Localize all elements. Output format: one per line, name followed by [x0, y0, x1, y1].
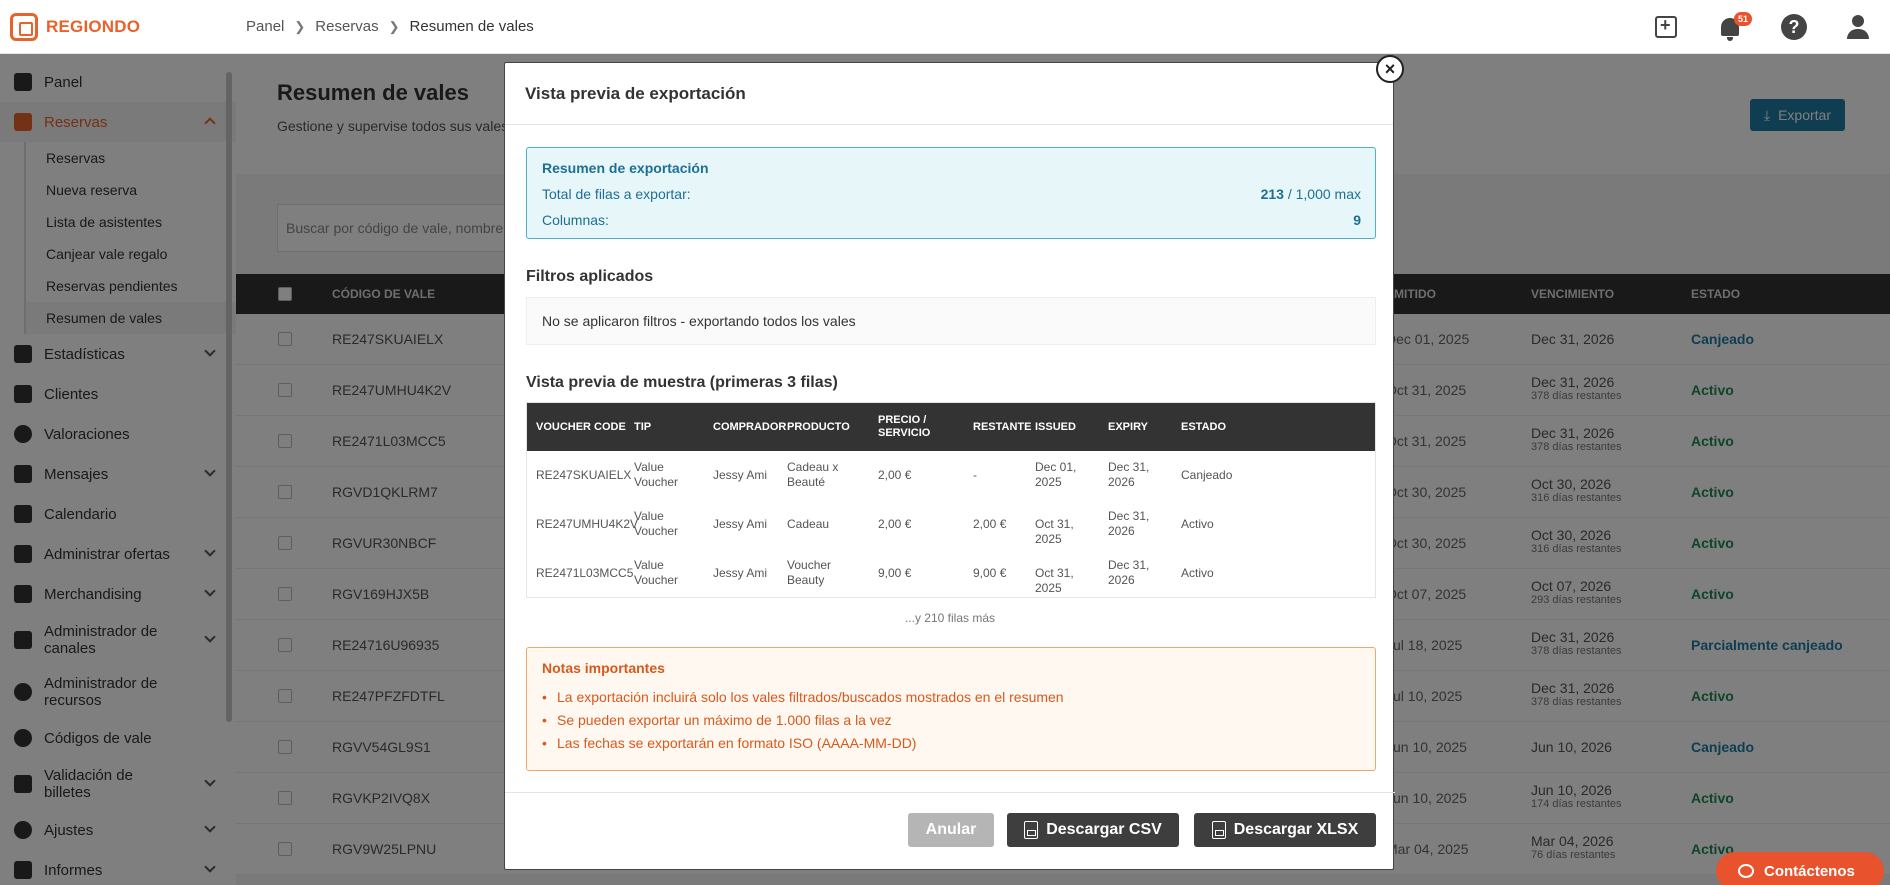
filters-title: Filtros aplicados — [526, 268, 654, 285]
preview-cell: 2,00 € — [973, 517, 1007, 531]
breadcrumb-item-panel[interactable]: Panel — [246, 18, 284, 35]
preview-column-header: PRODUCTO — [787, 421, 850, 433]
preview-cell: Dec 31, 2026 — [1108, 558, 1150, 587]
download-csv-button[interactable]: Descargar CSV — [1007, 813, 1179, 847]
preview-cell: RE247UMHU4K2V — [536, 517, 639, 531]
breadcrumb-item-current: Resumen de vales — [409, 18, 534, 35]
important-notes-box: Notas importantes La exportación incluir… — [526, 647, 1376, 771]
preview-cell: Oct 31, 2025 — [1035, 517, 1074, 546]
modal-title: Vista previa de exportación — [505, 63, 1393, 125]
preview-cell: Voucher Beauty — [787, 558, 832, 587]
preview-cell: RE2471L03MCC5 — [536, 566, 634, 580]
preview-table-body: RE247SKUAIELX Value Voucher Jessy Ami Cadea… — [527, 451, 1375, 598]
notes-title: Notas importantes — [542, 660, 665, 676]
logo[interactable]: REGIONDO — [10, 12, 230, 41]
preview-cell: Jessy Ami — [713, 566, 768, 580]
preview-cell: 9,00 € — [973, 566, 1007, 580]
preview-column-header: RESTANTE — [973, 421, 1032, 433]
preview-table-header: VOUCHER CODE TIP COMPRADOR PRODUCTO PRECIO /… — [527, 403, 1375, 451]
preview-cell: Canjeado — [1181, 468, 1233, 482]
preview-column-header: ISSUED — [1035, 421, 1076, 433]
chat-icon — [1738, 864, 1754, 878]
user-menu-button[interactable] — [1826, 0, 1890, 54]
preview-cell: Dec 01, 2025 — [1035, 460, 1077, 489]
preview-cell: Jessy Ami — [713, 517, 768, 531]
preview-column-header: PRECIO / SERVICIO — [878, 414, 931, 439]
notes-list: La exportación incluirá solo los vales f… — [542, 686, 1064, 755]
summary-rows-label: Total de filas a exportar: — [542, 186, 691, 202]
summary-title: Resumen de exportación — [542, 160, 709, 176]
rows-count: 213 — [1260, 186, 1284, 202]
more-rows-text: ...y 210 filas más — [904, 611, 996, 625]
preview-cell: Cadeau x Beauté — [787, 460, 839, 489]
preview-row: RE2471L03MCC5 Value Voucher Jessy Ami Vouch… — [527, 549, 1375, 598]
summary-columns-value: 9 — [1353, 212, 1361, 228]
preview-cell: Activo — [1181, 517, 1214, 531]
top-icons: 51 ? — [1634, 0, 1890, 54]
note-item: Se pueden exportar un máximo de 1.000 fi… — [542, 709, 1064, 732]
cancel-button[interactable]: Anular — [908, 813, 994, 847]
export-summary-box: Resumen de exportación Total de filas a … — [526, 147, 1376, 239]
preview-row: RE247UMHU4K2V Value Voucher Jessy Ami Cadea… — [527, 500, 1375, 549]
note-item: Las fechas se exportarán en formato ISO … — [542, 732, 1064, 755]
filters-text: No se aplicaron filtros - exportando tod… — [542, 313, 856, 329]
help-icon: ? — [1781, 14, 1807, 40]
close-icon: × — [1384, 59, 1396, 79]
modal-close-button[interactable]: × — [1376, 55, 1404, 83]
filters-box: No se aplicaron filtros - exportando tod… — [526, 297, 1376, 345]
regiondo-logo-icon — [10, 12, 38, 41]
help-button[interactable]: ? — [1762, 0, 1826, 54]
user-icon — [1845, 14, 1871, 40]
preview-cell: 2,00 € — [878, 517, 912, 531]
export-preview-modal: Vista previa de exportación Resumen de e… — [504, 62, 1395, 870]
preview-cell: Activo — [1181, 566, 1214, 580]
summary-columns-label: Columnas: — [542, 212, 609, 228]
preview-column-header: EXPIRY — [1108, 421, 1148, 433]
download-xlsx-button[interactable]: Descargar XLSX — [1194, 813, 1376, 847]
notifications-button[interactable]: 51 — [1698, 0, 1762, 54]
breadcrumb: Panel ❯ Reservas ❯ Resumen de vales — [246, 18, 534, 35]
preview-column-header: COMPRADOR — [713, 421, 787, 433]
note-item: La exportación incluirá solo los vales f… — [542, 686, 1064, 709]
breadcrumb-item-reservas[interactable]: Reservas — [315, 18, 378, 35]
preview-cell: Oct 31, 2025 — [1035, 566, 1074, 595]
preview-column-header: ESTADO — [1181, 421, 1227, 433]
calendar-plus-button[interactable] — [1634, 0, 1698, 54]
logo-text: REGIONDO — [46, 16, 141, 36]
chevron-right-icon: ❯ — [388, 18, 400, 34]
notification-badge: 51 — [1734, 12, 1753, 26]
preview-column-header: TIP — [634, 421, 652, 433]
contact-label: Contáctenos — [1764, 862, 1855, 880]
download-xlsx-label: Descargar XLSX — [1233, 821, 1359, 838]
modal-footer-divider — [505, 792, 1395, 793]
preview-title: Vista previa de muestra (primeras 3 fila… — [526, 374, 838, 391]
preview-column-header: VOUCHER CODE — [536, 421, 626, 433]
rows-max: / 1,000 max — [1287, 186, 1361, 202]
preview-table: VOUCHER CODE TIP COMPRADOR PRODUCTO PRECIO /… — [526, 402, 1376, 598]
preview-cell: Dec 31, 2026 — [1108, 460, 1150, 489]
preview-cell: Jessy Ami — [713, 468, 768, 482]
preview-cell: Dec 31, 2026 — [1108, 509, 1150, 538]
columns-count: 9 — [1353, 212, 1361, 228]
download-csv-label: Descargar CSV — [1046, 821, 1162, 838]
csv-file-icon — [1024, 821, 1039, 839]
preview-cell: RE247SKUAIELX — [536, 468, 632, 482]
preview-cell: Value Voucher — [634, 460, 679, 489]
preview-cell: 9,00 € — [878, 566, 912, 580]
chevron-right-icon: ❯ — [294, 18, 306, 34]
top-bar: REGIONDO Panel ❯ Reservas ❯ Resumen de v… — [0, 0, 1890, 54]
calendar-plus-icon — [1655, 15, 1677, 38]
preview-cell: 2,00 € — [878, 468, 912, 482]
xlsx-file-icon — [1211, 821, 1226, 839]
preview-row: RE247SKUAIELX Value Voucher Jessy Ami Cadea… — [527, 451, 1375, 500]
contact-button[interactable]: Contáctenos — [1716, 852, 1884, 885]
preview-cell: Value Voucher — [634, 509, 679, 538]
summary-rows-value: 213 / 1,000 max — [1261, 186, 1361, 202]
preview-cell: - — [973, 468, 977, 482]
preview-cell: Value Voucher — [634, 558, 679, 587]
preview-cell: Cadeau — [787, 517, 830, 531]
